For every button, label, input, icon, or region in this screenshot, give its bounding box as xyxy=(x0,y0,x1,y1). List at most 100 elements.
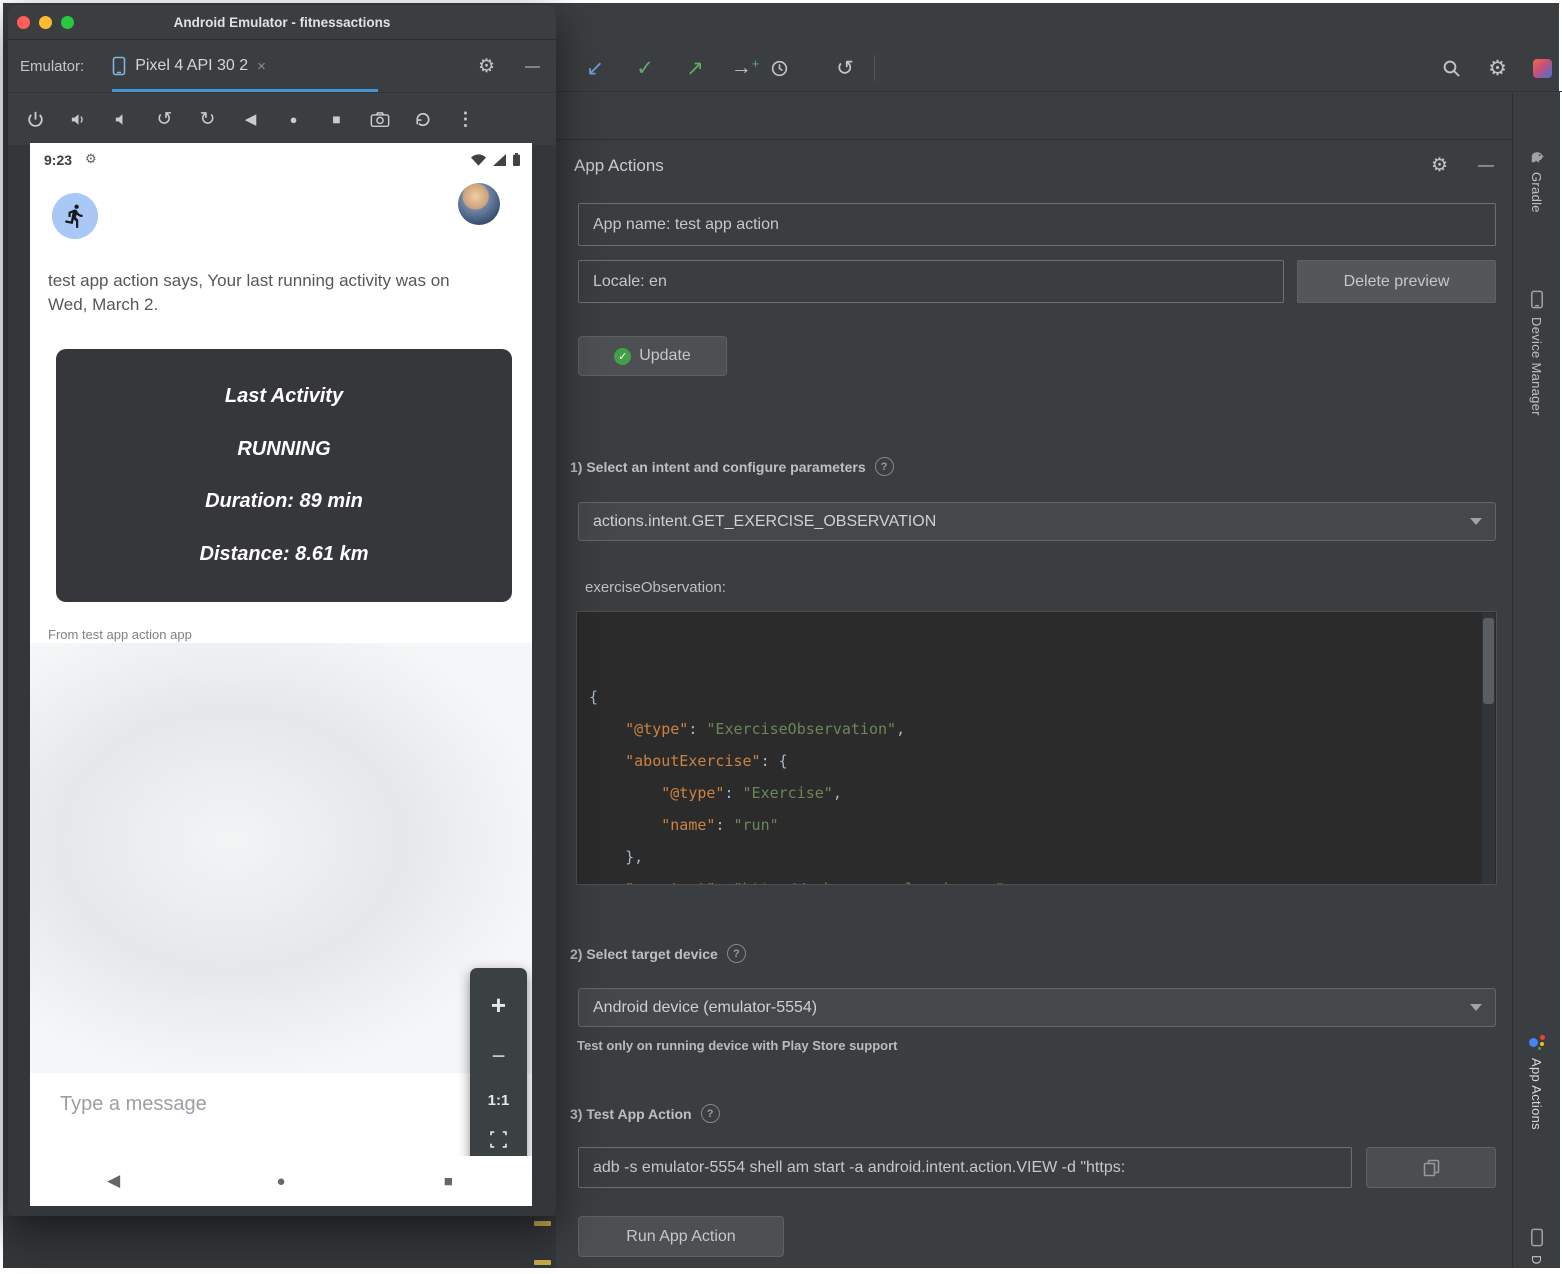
json-editor[interactable]: { "@type": "ExerciseObservation", "about… xyxy=(576,611,1497,885)
home-button-icon[interactable]: ● xyxy=(272,112,315,127)
assistant-message: test app action says, Your last running … xyxy=(48,269,468,317)
snapshot-restore-icon[interactable] xyxy=(401,110,444,129)
arrow-right-icon: → xyxy=(731,56,752,79)
status-gear-icon: ⚙ xyxy=(85,151,97,167)
fit-screen-icon[interactable] xyxy=(490,1131,507,1148)
device-manager-label: Device Manager xyxy=(1529,317,1544,416)
back-button-icon[interactable]: ◀ xyxy=(229,110,272,128)
help-icon-3[interactable]: ? xyxy=(701,1104,720,1123)
run-check-icon[interactable]: ✓ xyxy=(620,45,670,92)
emulator-minimize-icon[interactable]: — xyxy=(525,58,540,75)
app-name-value: App name: test app action xyxy=(593,216,779,234)
section-select-intent: 1) Select an intent and configure parame… xyxy=(570,457,894,476)
step-out-icon[interactable]: ↗ xyxy=(670,45,720,92)
apply-changes-icon[interactable]: →+ xyxy=(720,44,770,93)
panel-gear-icon[interactable]: ⚙ xyxy=(1431,154,1448,177)
card-line-distance: Distance: 8.61 km xyxy=(56,543,512,566)
editor-scrollbar-thumb[interactable] xyxy=(1483,618,1494,704)
update-button[interactable]: ✓ Update xyxy=(578,336,727,376)
emulator-settings-gear-icon[interactable]: ⚙ xyxy=(478,55,495,78)
strip-tab-app-actions[interactable]: App Actions xyxy=(1513,1034,1560,1130)
locale-field[interactable]: Locale: en xyxy=(578,260,1284,303)
user-avatar xyxy=(458,183,500,225)
adb-command-field[interactable]: adb -s emulator-5554 shell am start -a a… xyxy=(578,1147,1352,1188)
strip-tab-device-manager[interactable]: Device Manager xyxy=(1513,290,1560,416)
delete-preview-button[interactable]: Delete preview xyxy=(1297,260,1496,303)
card-line-duration: Duration: 89 min xyxy=(56,490,512,513)
rotate-left-icon[interactable]: ↺ xyxy=(143,108,186,131)
search-icon[interactable] xyxy=(1442,59,1462,79)
device-icon-partial xyxy=(1530,1228,1544,1247)
locale-value: Locale: en xyxy=(593,273,667,291)
zoom-out-button[interactable]: − xyxy=(491,1043,505,1071)
emulator-titlebar[interactable]: Android Emulator - fitnessactions xyxy=(8,5,556,40)
last-activity-card: Last Activity RUNNING Duration: 89 min D… xyxy=(56,349,512,602)
nav-overview-icon[interactable]: ■ xyxy=(365,1173,532,1190)
zoom-in-button[interactable]: + xyxy=(491,990,506,1021)
avd-tab[interactable]: Pixel 4 API 30 2 × xyxy=(112,56,266,76)
app-actions-panel-header: App Actions ⚙ — xyxy=(556,139,1512,191)
screenshot-camera-icon[interactable] xyxy=(358,111,401,128)
tab-close-icon[interactable]: × xyxy=(257,58,266,75)
studio-main-toolbar: ↙ ✓ ↗ →+ ↺ xyxy=(556,45,1562,92)
emulator-tab-bar: Emulator: Pixel 4 API 30 2 × ⚙ — xyxy=(8,40,556,93)
device-manager-icon xyxy=(1530,290,1544,309)
wifi-icon xyxy=(471,154,486,166)
clock-icon[interactable] xyxy=(770,59,820,78)
phone-icon xyxy=(112,56,126,76)
run-label: Run App Action xyxy=(626,1228,735,1246)
plugin-update-icon[interactable] xyxy=(1533,59,1552,78)
message-input[interactable]: Type a message xyxy=(60,1093,207,1116)
intent-dropdown[interactable]: actions.intent.GET_EXERCISE_OBSERVATION xyxy=(578,502,1496,541)
section-select-device: 2) Select target device ? xyxy=(570,944,746,963)
toolbar-separator xyxy=(874,55,875,81)
param-label: exerciseObservation: xyxy=(585,579,726,596)
gradle-elephant-icon xyxy=(1528,150,1546,164)
nav-home-icon[interactable]: ● xyxy=(197,1173,364,1190)
power-icon[interactable] xyxy=(14,110,57,129)
device-dropdown[interactable]: Android device (emulator-5554) xyxy=(578,988,1496,1027)
emulator-zoom-panel: + − 1:1 xyxy=(470,968,527,1170)
status-time: 9:23 xyxy=(44,152,72,168)
undo-icon[interactable]: ↺ xyxy=(820,45,870,92)
emulator-control-toolbar: ↺ ↻ ◀ ● ■ ⋮ xyxy=(8,93,556,145)
partial-label: D xyxy=(1529,1255,1544,1265)
signal-icon xyxy=(493,154,506,166)
update-check-icon: ✓ xyxy=(614,348,631,365)
gradle-label: Gradle xyxy=(1529,172,1544,213)
assistant-icon xyxy=(1529,1034,1545,1050)
plus-icon: + xyxy=(752,56,760,71)
emulator-window-title: Android Emulator - fitnessactions xyxy=(8,15,556,30)
rotate-right-icon[interactable]: ↻ xyxy=(186,108,229,131)
volume-down-icon[interactable] xyxy=(100,110,143,129)
copy-command-button[interactable] xyxy=(1366,1147,1496,1188)
more-options-icon[interactable]: ⋮ xyxy=(444,109,487,130)
overview-button-icon[interactable]: ■ xyxy=(315,111,358,127)
studio-toolbar-right: ⚙ xyxy=(1442,45,1552,92)
running-person-icon xyxy=(62,203,88,229)
phone-screen: 9:23 ⚙ test app action says, Your last r… xyxy=(30,143,532,1206)
strip-tab-bottom-partial[interactable]: D xyxy=(1513,1228,1560,1265)
strip-tab-gradle[interactable]: Gradle xyxy=(1513,150,1560,213)
attach-debugger-icon[interactable]: ↙ xyxy=(570,45,620,92)
active-tab-underline xyxy=(112,89,378,92)
adb-command-value: adb -s emulator-5554 shell am start -a a… xyxy=(593,1159,1125,1177)
panel-minimize-icon[interactable]: — xyxy=(1478,157,1494,175)
app-name-field[interactable]: App name: test app action xyxy=(578,203,1496,246)
settings-gear-icon[interactable]: ⚙ xyxy=(1488,56,1507,81)
yellow-marker-2 xyxy=(534,1260,551,1265)
editor-scrollbar[interactable] xyxy=(1482,613,1495,885)
zoom-ratio-button[interactable]: 1:1 xyxy=(488,1092,510,1109)
section-test-action: 3) Test App Action ? xyxy=(570,1104,720,1123)
help-icon-2[interactable]: ? xyxy=(727,944,746,963)
avd-tab-label: Pixel 4 API 30 2 xyxy=(135,57,248,75)
run-app-action-button[interactable]: Run App Action xyxy=(578,1216,784,1257)
chevron-down-icon-2 xyxy=(1470,1004,1482,1011)
battery-icon xyxy=(513,153,520,166)
help-icon[interactable]: ? xyxy=(875,457,894,476)
nav-back-icon[interactable]: ◀ xyxy=(30,1171,197,1191)
intent-value: actions.intent.GET_EXERCISE_OBSERVATION xyxy=(593,513,936,531)
device-hint: Test only on running device with Play St… xyxy=(577,1038,897,1053)
section2-label: 2) Select target device xyxy=(570,946,718,962)
volume-up-icon[interactable] xyxy=(57,110,100,129)
